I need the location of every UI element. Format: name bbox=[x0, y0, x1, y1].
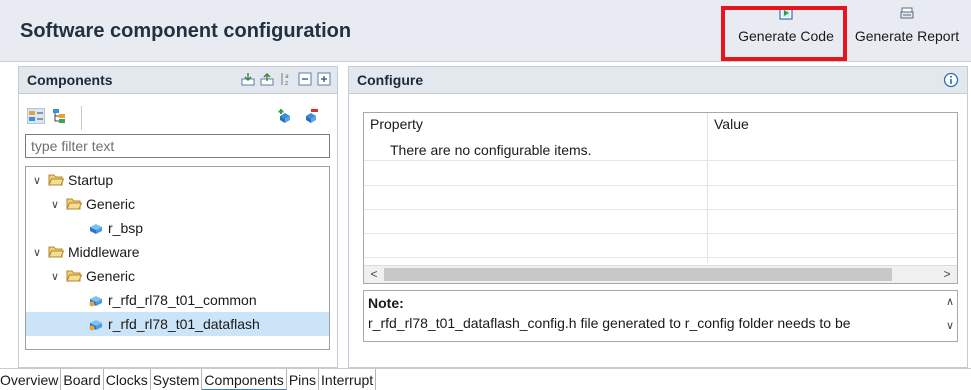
collapse-all-icon[interactable] bbox=[298, 72, 312, 86]
empty-message: There are no configurable items. bbox=[390, 142, 592, 158]
table-row bbox=[364, 186, 957, 210]
export-icon[interactable] bbox=[260, 72, 274, 86]
category-view-icon[interactable] bbox=[27, 108, 45, 124]
expand-all-icon[interactable] bbox=[317, 72, 331, 86]
import-icon[interactable] bbox=[241, 72, 255, 86]
property-column-header[interactable]: Property bbox=[370, 116, 423, 132]
note-text: r_rfd_rl78_t01_dataflash_config.h file g… bbox=[368, 315, 851, 331]
note-title: Note: bbox=[368, 295, 404, 311]
tab-interrupt[interactable]: Interrupt bbox=[319, 369, 377, 390]
horizontal-scrollbar[interactable]: < > bbox=[364, 265, 957, 283]
table-row bbox=[364, 210, 957, 234]
folder-open-icon bbox=[48, 246, 64, 258]
component-icon bbox=[89, 320, 102, 331]
configure-panel-title: Configure bbox=[357, 72, 424, 88]
tree-item-label: Generic bbox=[86, 268, 136, 284]
generate-report-button[interactable]: Generate Report bbox=[848, 6, 966, 56]
editor-tabs: Overview Board Clocks System Components … bbox=[0, 368, 971, 390]
note-box: Note: r_rfd_rl78_t01_dataflash_config.h … bbox=[363, 290, 958, 342]
view-toggle-group bbox=[27, 108, 69, 124]
tree-item-middleware-generic[interactable]: ∨ Generic bbox=[26, 264, 329, 288]
info-icon[interactable] bbox=[943, 72, 959, 88]
tab-system[interactable]: System bbox=[151, 369, 203, 390]
tree-item-startup-generic[interactable]: ∨ Generic bbox=[26, 192, 329, 216]
components-panel-title: Components bbox=[27, 72, 113, 88]
tree-item-r-bsp[interactable]: r_bsp bbox=[26, 216, 329, 240]
components-panel: ∨ Startup ∨ Generic r_bsp ∨ Middleware ∨… bbox=[18, 94, 338, 368]
vertical-scrollbar[interactable]: ∧ ∨ bbox=[937, 291, 957, 341]
page-title: Software component configuration bbox=[20, 20, 352, 42]
tree-item-label: r_rfd_rl78_t01_common bbox=[108, 292, 257, 308]
tree-item-middleware[interactable]: ∨ Middleware bbox=[26, 240, 329, 264]
tab-overview[interactable]: Overview bbox=[0, 369, 62, 390]
components-panel-header: Components az bbox=[18, 66, 338, 94]
value-column-header[interactable]: Value bbox=[714, 116, 749, 132]
components-tree: ∨ Startup ∨ Generic r_bsp ∨ Middleware ∨… bbox=[25, 166, 330, 350]
chevron-down-icon[interactable]: ∨ bbox=[30, 246, 44, 259]
filter-input[interactable] bbox=[25, 134, 330, 158]
chevron-down-icon[interactable]: ∨ bbox=[48, 270, 62, 283]
sort-az-icon[interactable]: az bbox=[279, 72, 293, 86]
table-row bbox=[364, 162, 957, 186]
generate-report-icon bbox=[900, 7, 914, 19]
folder-open-icon bbox=[48, 174, 64, 186]
folder-open-icon bbox=[66, 270, 82, 282]
chevron-down-icon[interactable]: ∨ bbox=[48, 198, 62, 211]
tree-item-label: Generic bbox=[86, 196, 136, 212]
tree-item-label: r_bsp bbox=[108, 220, 144, 236]
svg-text:z: z bbox=[285, 80, 288, 86]
scroll-down-icon[interactable]: ∨ bbox=[946, 319, 954, 332]
tab-pins[interactable]: Pins bbox=[287, 369, 320, 390]
component-icon bbox=[89, 296, 102, 307]
tree-item-label: r_rfd_rl78_t01_dataflash bbox=[108, 316, 260, 332]
toolbar-separator bbox=[81, 106, 82, 130]
add-component-icon[interactable] bbox=[277, 108, 293, 124]
tree-item-label: Startup bbox=[68, 172, 114, 188]
table-row bbox=[364, 234, 957, 258]
generate-code-label: Generate Code bbox=[738, 28, 834, 44]
generate-code-button[interactable]: Generate Code bbox=[728, 6, 844, 56]
configure-panel: Property Value There are no configurable… bbox=[348, 94, 968, 368]
tree-view-icon[interactable] bbox=[51, 108, 69, 124]
tree-item-r-rfd-rl78-t01-dataflash[interactable]: r_rfd_rl78_t01_dataflash bbox=[26, 312, 329, 336]
component-icon bbox=[90, 224, 102, 234]
tab-components[interactable]: Components bbox=[202, 369, 287, 390]
generate-code-icon bbox=[779, 6, 793, 20]
tree-item-label: Middleware bbox=[68, 244, 140, 260]
editor-header: Software component configuration Generat… bbox=[0, 0, 971, 62]
property-table: Property Value There are no configurable… bbox=[363, 112, 958, 284]
tab-board[interactable]: Board bbox=[61, 369, 104, 390]
svg-text:a: a bbox=[285, 73, 289, 80]
scroll-left-icon[interactable]: < bbox=[365, 266, 383, 283]
scrollbar-thumb[interactable] bbox=[384, 268, 892, 281]
folder-open-icon bbox=[66, 198, 82, 210]
generate-report-label: Generate Report bbox=[854, 28, 960, 44]
tab-clocks[interactable]: Clocks bbox=[104, 369, 151, 390]
tree-item-startup[interactable]: ∨ Startup bbox=[26, 168, 329, 192]
scroll-right-icon[interactable]: > bbox=[938, 266, 956, 283]
configure-panel-header: Configure bbox=[348, 66, 968, 94]
remove-component-icon[interactable] bbox=[303, 108, 319, 124]
components-panel-toolbar: az bbox=[241, 72, 331, 86]
chevron-down-icon[interactable]: ∨ bbox=[30, 174, 44, 187]
tree-item-r-rfd-rl78-t01-common[interactable]: r_rfd_rl78_t01_common bbox=[26, 288, 329, 312]
component-actions bbox=[277, 108, 319, 124]
scroll-up-icon[interactable]: ∧ bbox=[946, 295, 954, 308]
